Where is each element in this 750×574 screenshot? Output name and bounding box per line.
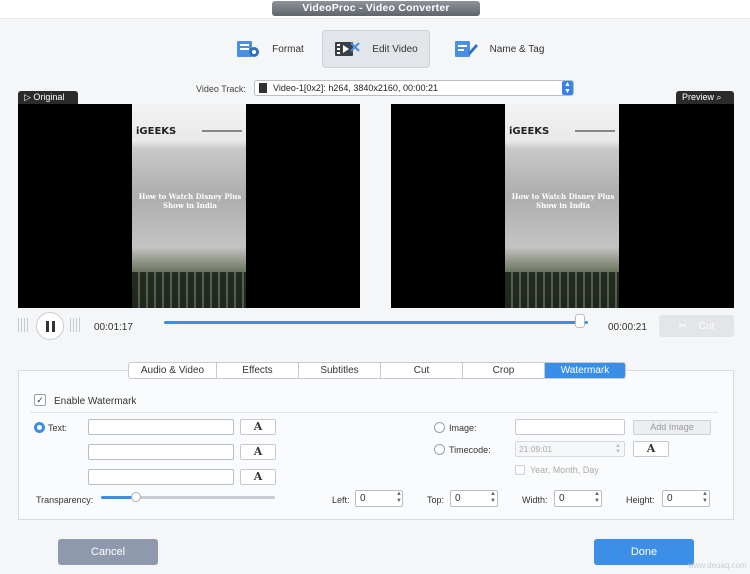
left-label: Left: xyxy=(332,495,350,505)
tab-edit-video-label: Edit Video xyxy=(372,43,418,55)
site-watermark: www.deuaq.com xyxy=(688,561,747,570)
tab-format[interactable]: Format xyxy=(224,30,316,68)
width-stepper-icon[interactable]: ▲ ▼ xyxy=(594,491,600,505)
site-logo: iGEEKS xyxy=(509,126,550,137)
name-tag-icon xyxy=(454,41,478,57)
end-time: 00:00:21 xyxy=(608,322,647,333)
tab-effects[interactable]: Effects xyxy=(217,363,299,378)
enable-watermark-label: Enable Watermark xyxy=(54,396,137,407)
height-label: Height: xyxy=(626,495,655,505)
site-logo: iGEEKS xyxy=(136,126,177,137)
timecode-font-button[interactable]: A xyxy=(633,441,669,457)
left-grip-icon[interactable] xyxy=(18,318,30,332)
original-video-stage: iGEEKS How to Watch Disney Plus Show in … xyxy=(18,104,360,308)
preview-tab[interactable]: Preview ⌕ xyxy=(676,91,734,104)
year-month-day-checkbox[interactable] xyxy=(515,465,525,475)
image-path-field[interactable] xyxy=(515,419,625,435)
film-icon xyxy=(259,83,267,93)
width-label: Width: xyxy=(522,495,548,505)
zoom-icon: ⌕ xyxy=(714,92,722,102)
pause-icon xyxy=(45,320,49,332)
keyboard-area xyxy=(505,272,619,308)
tab-subtitles[interactable]: Subtitles xyxy=(299,363,381,378)
tab-name-tag[interactable]: Name & Tag xyxy=(446,30,552,68)
clip-headline: How to Watch Disney Plus Show in India xyxy=(511,192,615,210)
window-title: VideoProc - Video Converter xyxy=(272,1,480,16)
timecode-field[interactable]: 21:09:01 xyxy=(515,441,625,457)
transparency-slider-handle[interactable] xyxy=(130,492,141,502)
top-label: Top: xyxy=(427,495,445,505)
cancel-button[interactable]: Cancel xyxy=(58,539,158,565)
font-button-3[interactable]: A xyxy=(240,469,276,485)
font-button-2[interactable]: A xyxy=(240,444,276,460)
site-nav xyxy=(575,130,615,132)
scissors-icon: ✂ xyxy=(678,320,687,332)
current-time: 00:01:17 xyxy=(94,322,133,333)
text-label: Text: xyxy=(48,423,68,433)
tab-name-tag-label: Name & Tag xyxy=(489,43,545,55)
cut-button-label: Cut xyxy=(698,320,715,332)
format-icon xyxy=(237,41,260,57)
image-radio[interactable] xyxy=(434,422,445,433)
original-video-frame: iGEEKS How to Watch Disney Plus Show in … xyxy=(132,104,246,308)
enable-watermark-checkbox[interactable]: ✓ xyxy=(34,394,46,406)
pause-button[interactable] xyxy=(36,312,64,340)
divider xyxy=(30,412,718,413)
edit-tabs: Audio & Video Effects Subtitles Cut Crop… xyxy=(128,362,626,379)
video-track-label: Video Track: xyxy=(196,84,246,94)
original-tab: ▷ Original xyxy=(18,91,78,104)
watermark-text-input-1[interactable] xyxy=(88,419,234,435)
site-nav xyxy=(202,130,242,132)
image-label: Image: xyxy=(449,423,477,433)
clip-headline: How to Watch Disney Plus Show in India xyxy=(138,192,242,210)
done-button[interactable]: Done xyxy=(594,539,694,565)
preview-label: Preview xyxy=(682,92,715,102)
add-image-button[interactable]: Add Image xyxy=(633,420,711,435)
watermark-text-input-2[interactable] xyxy=(88,444,234,460)
play-outline-icon: ▷ xyxy=(24,92,34,102)
watermark-text-input-3[interactable] xyxy=(88,469,234,485)
transparency-label: Transparency: xyxy=(36,495,94,505)
year-month-day-label: Year, Month, Day xyxy=(530,465,599,475)
height-stepper-icon[interactable]: ▲ ▼ xyxy=(702,491,708,505)
top-stepper-icon[interactable]: ▲ ▼ xyxy=(490,491,496,505)
dropdown-arrows-icon[interactable]: ▲ ▼ xyxy=(562,81,573,95)
preview-video-frame: iGEEKS How to Watch Disney Plus Show in … xyxy=(505,104,619,308)
seek-handle[interactable] xyxy=(574,314,585,328)
seek-bar[interactable] xyxy=(164,321,588,324)
video-track-select[interactable]: Video-1[0x2]: h264, 3840x2160, 00:00:21 xyxy=(254,80,574,96)
font-button-1[interactable]: A xyxy=(240,419,276,435)
original-label: Original xyxy=(33,92,65,102)
timecode-label: Timecode: xyxy=(449,445,491,455)
tab-edit-video[interactable]: Edit Video xyxy=(322,30,430,68)
keyboard-area xyxy=(132,272,246,308)
timecode-radio[interactable] xyxy=(434,444,445,455)
preview-video-stage: iGEEKS How to Watch Disney Plus Show in … xyxy=(391,104,734,308)
timecode-stepper-icon[interactable]: ▲ ▼ xyxy=(615,443,621,455)
tab-cut[interactable]: Cut xyxy=(381,363,463,378)
text-radio[interactable] xyxy=(34,422,45,433)
left-stepper-icon[interactable]: ▲ ▼ xyxy=(396,491,402,505)
tab-format-label: Format xyxy=(272,43,304,55)
tab-crop[interactable]: Crop xyxy=(463,363,545,378)
right-grip-icon[interactable] xyxy=(70,318,82,332)
edit-video-icon xyxy=(335,42,361,56)
cut-button[interactable]: ✂ Cut xyxy=(659,315,734,337)
tab-watermark[interactable]: Watermark xyxy=(545,363,625,378)
tab-audio-video[interactable]: Audio & Video xyxy=(129,363,217,378)
